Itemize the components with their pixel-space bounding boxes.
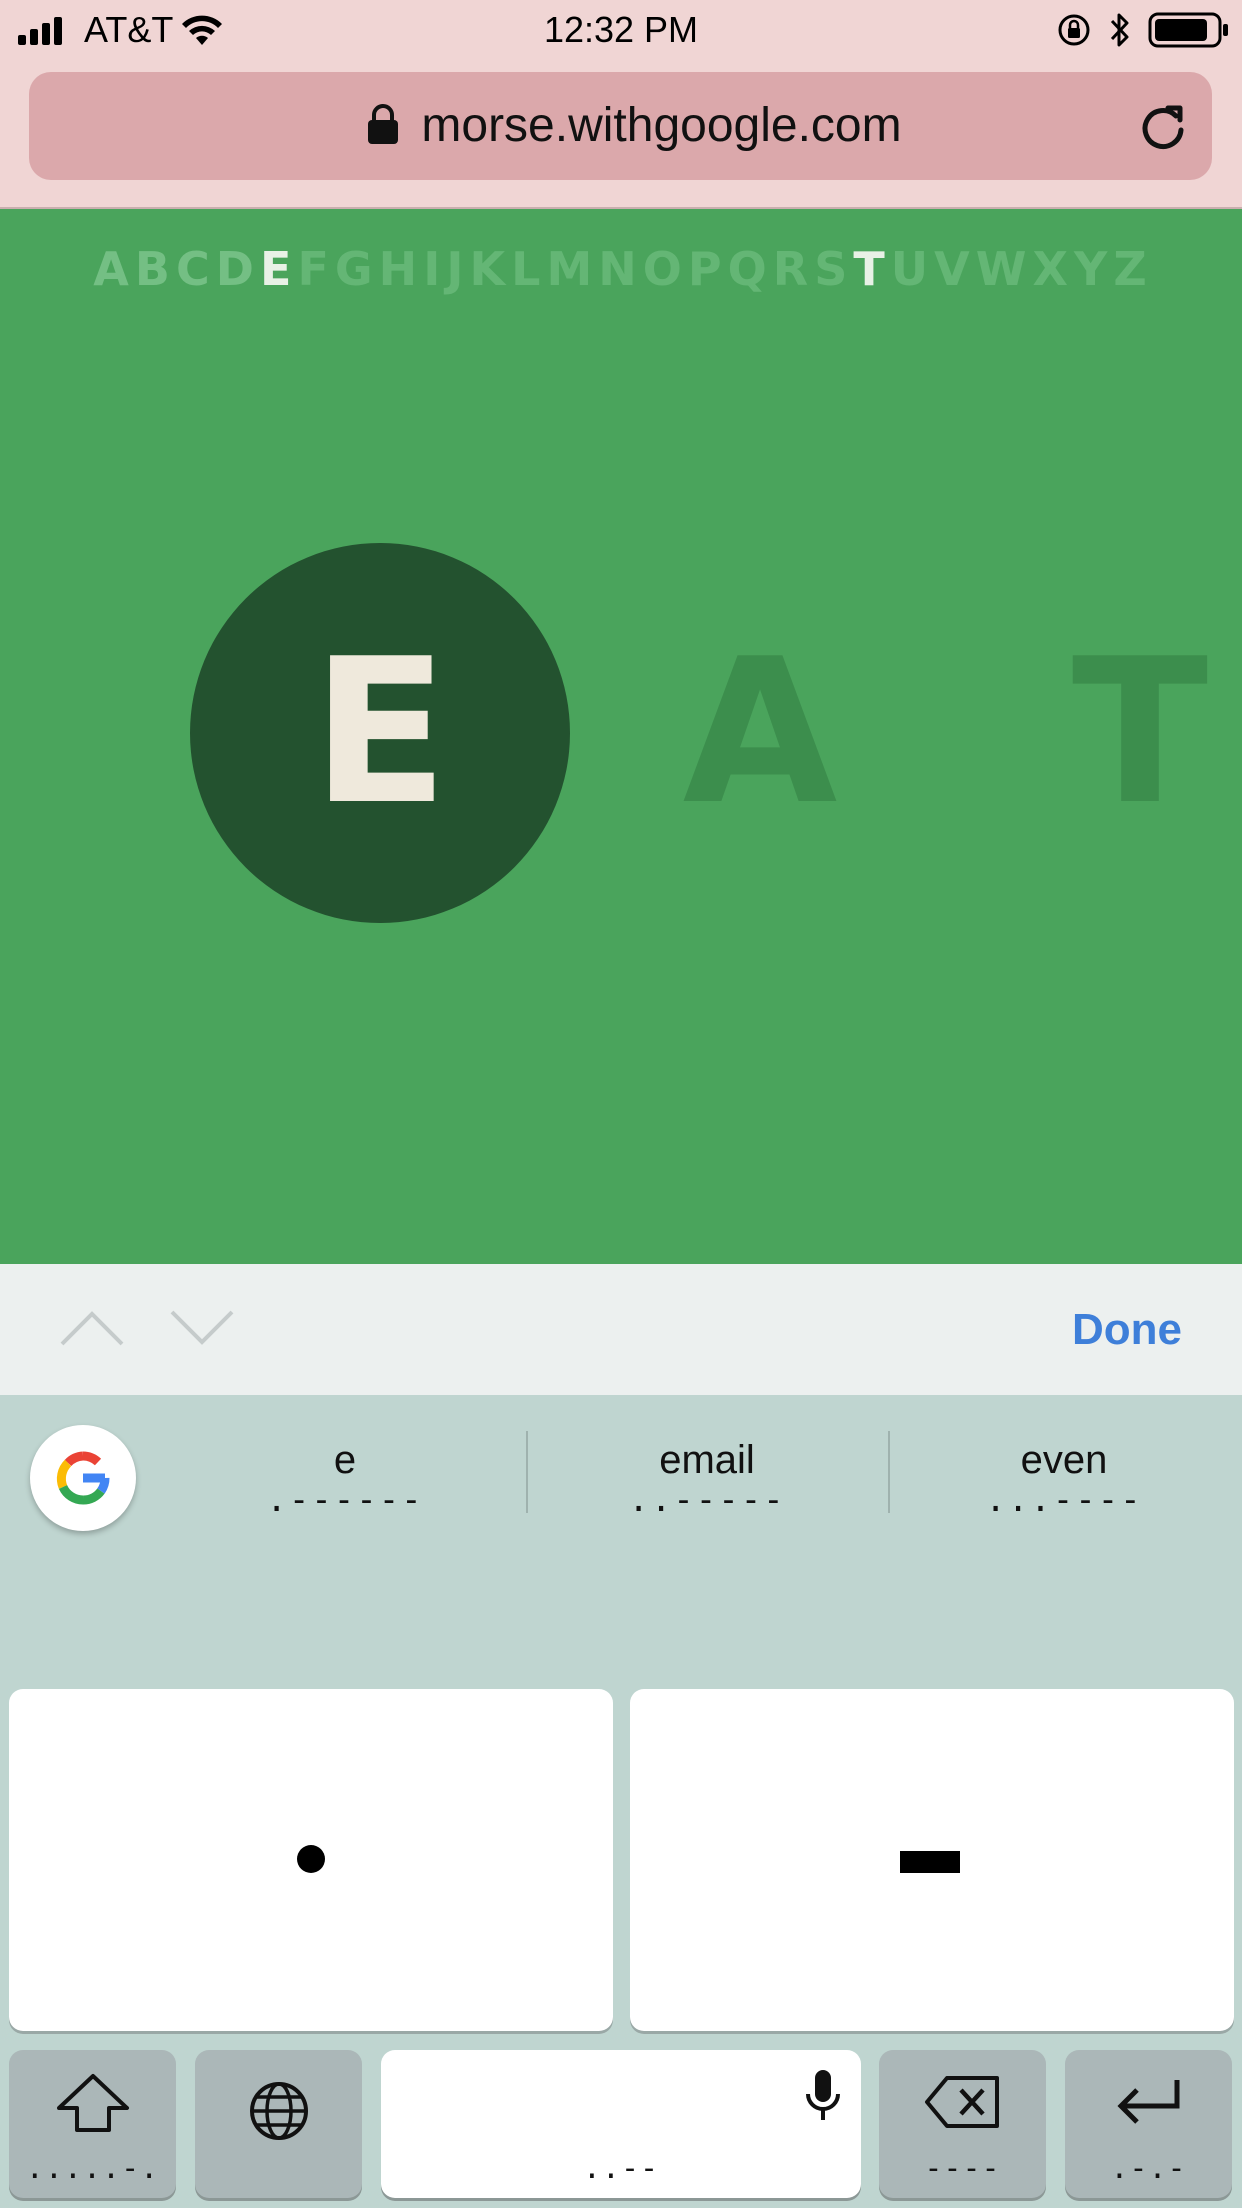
microphone-icon[interactable] (803, 2068, 843, 2124)
shift-icon (56, 2074, 129, 2132)
alphabet-letter: D (215, 242, 256, 296)
keyboard-accessory-bar: Done (0, 1264, 1242, 1395)
dash-key[interactable] (630, 1689, 1234, 2031)
shift-key[interactable]: .....-. (9, 2050, 176, 2198)
dash-symbol (900, 1851, 960, 1873)
bluetooth-icon (1110, 13, 1129, 47)
orientation-lock-icon (1058, 14, 1090, 46)
alphabet-letter: V (934, 242, 972, 296)
battery-icon (1148, 12, 1228, 48)
alphabet-letter: L (511, 242, 543, 296)
url-display: morse.withgoogle.com (29, 72, 1212, 180)
alphabet-letter: R (772, 242, 811, 296)
google-logo-button[interactable] (30, 1425, 136, 1531)
suggestion-item[interactable]: e .------ (165, 1435, 525, 1520)
alphabet-letter: C (176, 242, 212, 296)
status-bar: AT&T 12:32 PM (0, 0, 1242, 60)
alphabet-letter: J (446, 242, 466, 296)
upcoming-letter: T (1071, 616, 1209, 849)
upcoming-letter: A (682, 616, 838, 849)
alphabet-letter: Q (727, 242, 769, 296)
globe-key[interactable] (195, 2050, 362, 2198)
suggestion-code: ..----- (628, 1480, 786, 1520)
google-g-icon (56, 1451, 110, 1505)
alphabet-letter: N (598, 242, 639, 296)
return-icon (1116, 2080, 1179, 2124)
alphabet-letter: Y (1074, 242, 1110, 296)
browser-chrome: AT&T 12:32 PM morse.withgoogle.com (0, 0, 1242, 209)
reload-icon[interactable] (1138, 102, 1188, 152)
suggestion-word: email (659, 1438, 755, 1482)
dot-symbol (297, 1845, 325, 1873)
space-key[interactable]: ..-- (381, 2050, 861, 2198)
key-code: .-.- (1110, 2151, 1187, 2186)
suggestion-item[interactable]: email ..----- (527, 1435, 887, 1520)
return-key[interactable]: .-.- (1065, 2050, 1232, 2198)
alphabet-letter: O (642, 242, 684, 296)
alphabet-letter: X (1032, 242, 1070, 296)
alphabet-letter: A (93, 242, 131, 296)
alphabet-letter: Z (1113, 242, 1149, 296)
alphabet-letter: P (687, 242, 724, 296)
alphabet-letter: S (814, 242, 850, 296)
chevron-down-icon[interactable] (168, 1308, 236, 1348)
alphabet-letter: M (546, 242, 595, 296)
current-letter: E (311, 616, 449, 849)
key-code: ---- (924, 2151, 1001, 2186)
done-button[interactable]: Done (1072, 1264, 1182, 1395)
suggestion-word: e (333, 1438, 357, 1482)
morse-game-area: A B C D E F G H I J K L M N O P Q R S T … (0, 209, 1242, 1264)
backspace-key[interactable]: ---- (879, 2050, 1046, 2198)
suggestion-item[interactable]: even ...---- (884, 1435, 1242, 1520)
alphabet-letter: U (890, 242, 931, 296)
chevron-up-icon[interactable] (58, 1308, 126, 1348)
key-code: ..-- (582, 2151, 660, 2186)
suggestion-code: ...---- (985, 1480, 1143, 1520)
alphabet-letter: F (297, 242, 331, 296)
backspace-icon (924, 2076, 999, 2128)
alphabet-progress: A B C D E F G H I J K L M N O P Q R S T … (0, 239, 1242, 299)
alphabet-letter: G (334, 242, 375, 296)
alphabet-letter: K (469, 242, 508, 296)
key-code: .....-. (25, 2151, 160, 2186)
dot-key[interactable] (9, 1689, 613, 2031)
suggestion-strip: e .------ email ..----- even ...---- (0, 1395, 1242, 1555)
suggestion-word: even (1020, 1438, 1108, 1482)
alphabet-letter: W (975, 242, 1029, 296)
alphabet-letter: E (259, 242, 294, 296)
url-text: morse.withgoogle.com (421, 99, 902, 152)
address-bar[interactable]: morse.withgoogle.com (29, 72, 1212, 180)
lock-icon (368, 104, 399, 144)
alphabet-letter: I (423, 242, 443, 296)
alphabet-letter: B (134, 242, 172, 296)
globe-icon (249, 2082, 308, 2140)
alphabet-letter: T (853, 242, 887, 296)
suggestion-code: .------ (266, 1480, 424, 1520)
alphabet-letter: H (378, 242, 420, 296)
